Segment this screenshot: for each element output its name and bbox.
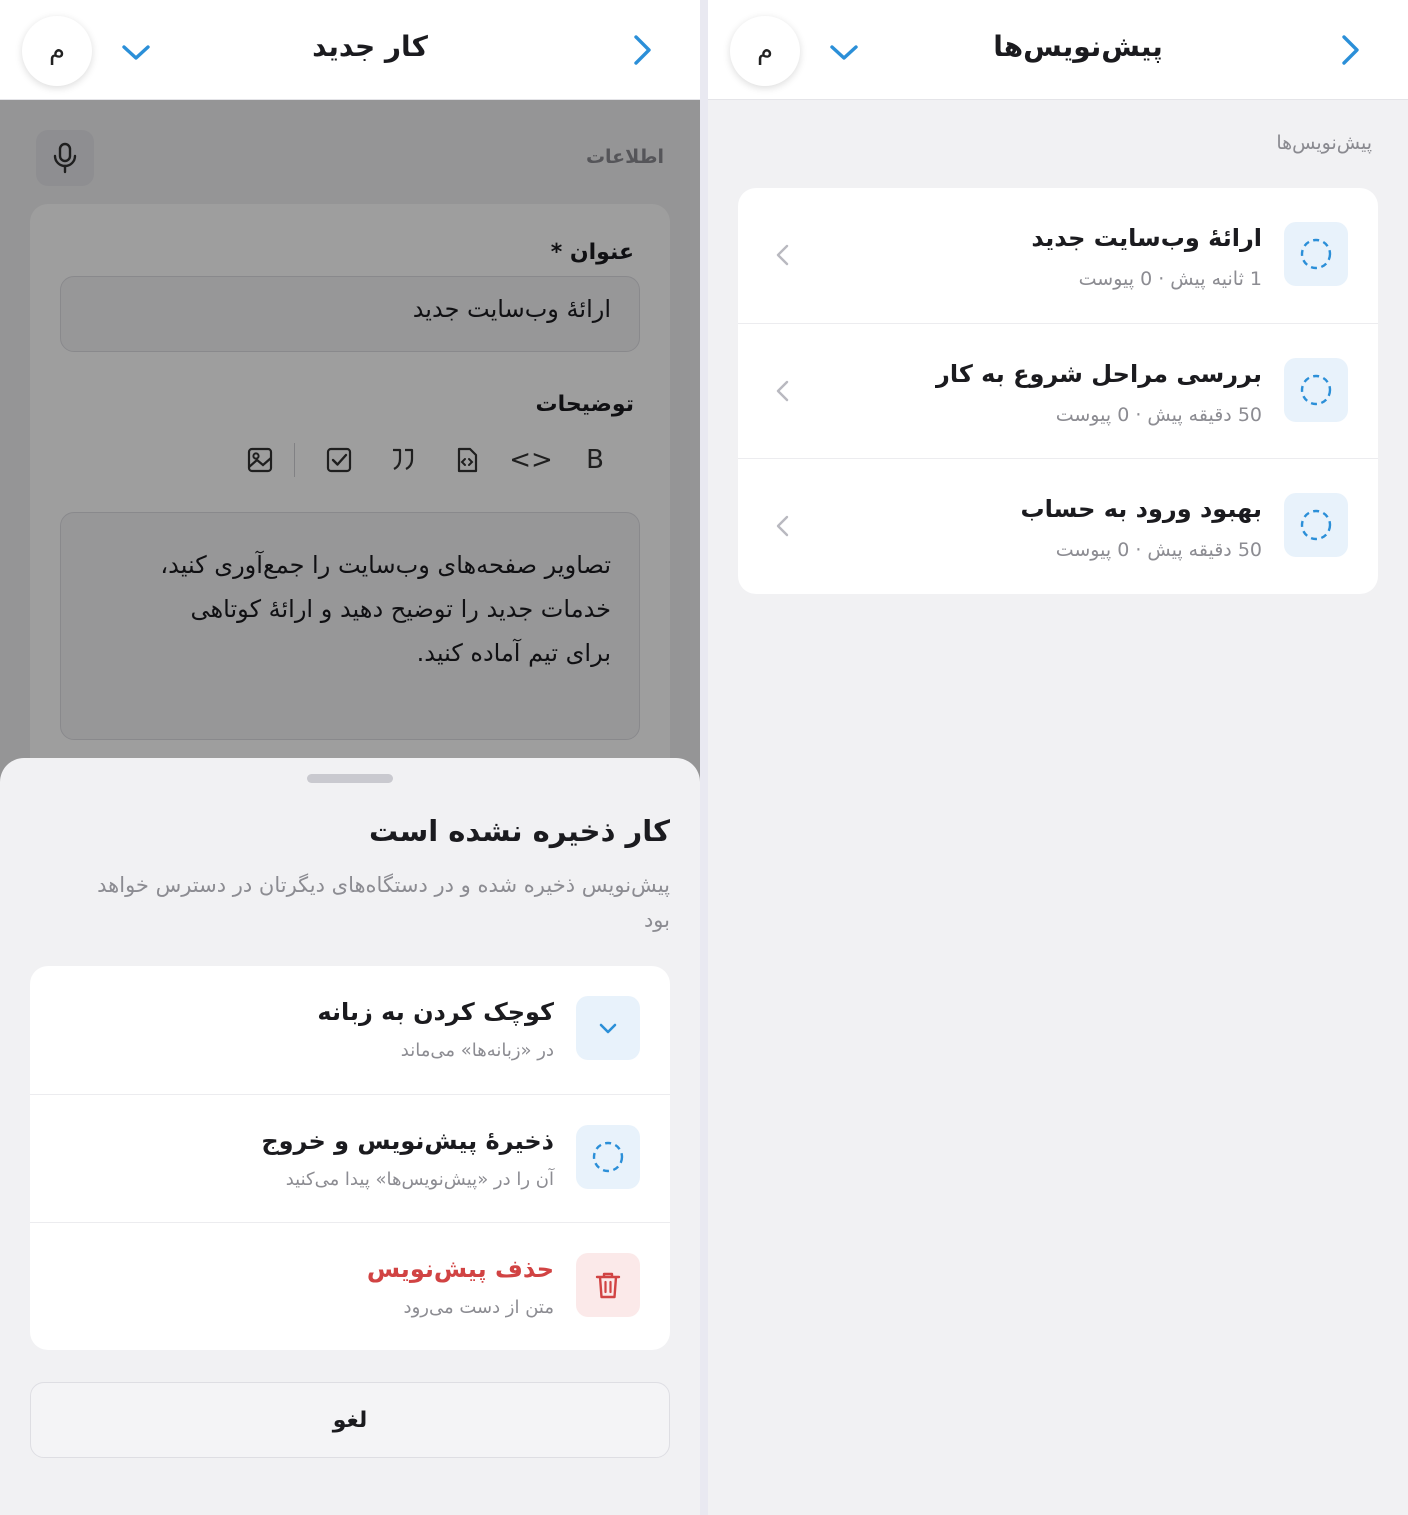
chevron-left-icon	[776, 244, 789, 266]
dashed-circle-icon	[576, 1125, 640, 1189]
sheet-title: کار ذخیره نشده است	[369, 814, 670, 848]
page-title: پیش‌نویس‌ها	[993, 30, 1163, 63]
unsaved-task-sheet: کار ذخیره نشده است پیش‌نویس ذخیره شده و …	[0, 758, 700, 1515]
draft-meta: 50 دقیقه پیش · 0 پیوست	[1055, 539, 1262, 561]
drafts-list: ارائهٔ وب‌سایت جدید 1 ثانیه پیش · 0 پیوس…	[738, 188, 1378, 594]
panel-divider	[700, 0, 708, 1515]
option-subtitle: متن از دست می‌رود	[403, 1297, 554, 1318]
dashed-circle-icon	[1284, 493, 1348, 557]
chevron-right-icon[interactable]	[1332, 32, 1368, 68]
chevron-down-icon[interactable]	[826, 34, 862, 70]
drafts-screen: م پیش‌نویس‌ها پیش‌نویس‌ها ارائهٔ وب‌سایت…	[708, 0, 1408, 1515]
avatar[interactable]: م	[730, 16, 800, 86]
dashed-circle-icon	[1284, 358, 1348, 422]
chevron-down-icon	[576, 996, 640, 1060]
chevron-left-icon	[776, 380, 789, 402]
dashed-circle-icon	[1284, 222, 1348, 286]
draft-meta: 1 ثانیه پیش · 0 پیوست	[1078, 268, 1262, 290]
section-label: پیش‌نویس‌ها	[1276, 132, 1372, 154]
option-title: حذف پیش‌نویس	[366, 1255, 554, 1283]
option-title: ذخیرهٔ پیش‌نویس و خروج	[261, 1127, 554, 1155]
option-title: کوچک کردن به زبانه	[317, 998, 554, 1026]
chevron-right-icon[interactable]	[624, 32, 660, 68]
minimize-to-tab-option[interactable]: کوچک کردن به زبانه در «زبانه‌ها» می‌ماند	[30, 966, 670, 1094]
new-task-screen: م کار جدید اطلاعات عنوان * ارائهٔ وب‌سای…	[0, 0, 700, 1515]
draft-meta: 50 دقیقه پیش · 0 پیوست	[1055, 404, 1262, 426]
chevron-down-icon[interactable]	[118, 34, 154, 70]
cancel-button[interactable]: لغو	[30, 1382, 670, 1458]
options-list: کوچک کردن به زبانه در «زبانه‌ها» می‌ماند…	[30, 966, 670, 1350]
page-title: کار جدید	[312, 30, 428, 63]
option-subtitle: در «زبانه‌ها» می‌ماند	[400, 1040, 554, 1061]
header: م پیش‌نویس‌ها	[708, 0, 1408, 100]
option-subtitle: آن را در «پیش‌نویس‌ها» پیدا می‌کنید	[285, 1169, 554, 1190]
trash-icon	[576, 1253, 640, 1317]
delete-draft-option[interactable]: حذف پیش‌نویس متن از دست می‌رود	[30, 1222, 670, 1350]
draft-title: ارائهٔ وب‌سایت جدید	[1031, 224, 1262, 252]
list-item[interactable]: بهبود ورود به حساب 50 دقیقه پیش · 0 پیوس…	[738, 458, 1378, 593]
sheet-description: پیش‌نویس ذخیره شده و در دستگاه‌های دیگرت…	[97, 873, 670, 932]
sheet-handle[interactable]	[307, 774, 393, 783]
save-draft-option[interactable]: ذخیرهٔ پیش‌نویس و خروج آن را در «پیش‌نوی…	[30, 1094, 670, 1222]
chevron-left-icon	[776, 515, 789, 537]
draft-title: بررسی مراحل شروع به کار	[936, 360, 1262, 388]
draft-title: بهبود ورود به حساب	[1020, 495, 1262, 523]
header: م کار جدید	[0, 0, 700, 100]
list-item[interactable]: بررسی مراحل شروع به کار 50 دقیقه پیش · 0…	[738, 323, 1378, 458]
avatar[interactable]: م	[22, 16, 92, 86]
list-item[interactable]: ارائهٔ وب‌سایت جدید 1 ثانیه پیش · 0 پیوس…	[738, 188, 1378, 323]
